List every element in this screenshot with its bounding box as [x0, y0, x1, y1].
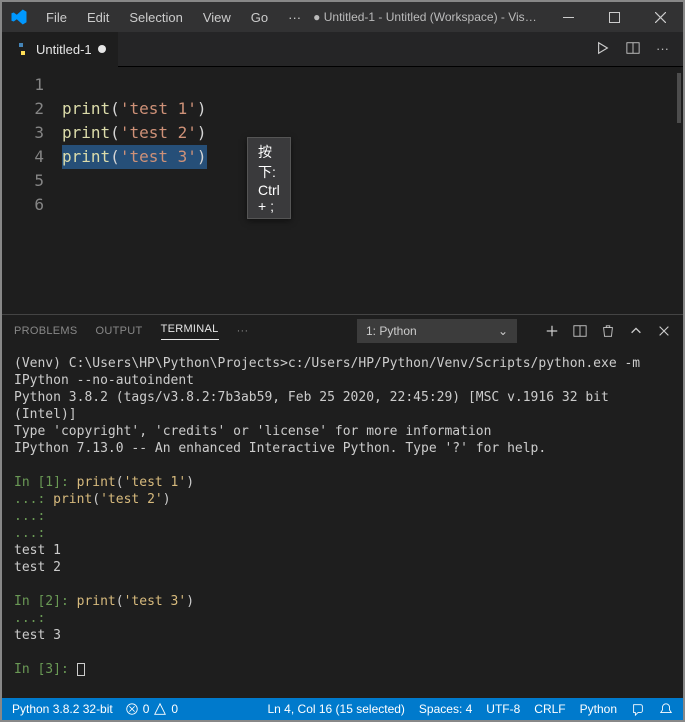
split-terminal-button[interactable] [573, 324, 587, 338]
status-notifications-icon[interactable] [659, 702, 673, 716]
keyboard-shortcut-tooltip: 按下: Ctrl + ; [247, 137, 291, 219]
tab-label: Untitled-1 [36, 42, 92, 57]
menu-file[interactable]: File [38, 10, 75, 25]
status-feedback-icon[interactable] [631, 702, 645, 716]
terminal-select-value: 1: Python [366, 324, 417, 338]
tab-untitled-1[interactable]: Untitled-1 [2, 32, 118, 67]
tab-more-actions-icon[interactable]: ··· [656, 41, 669, 58]
line-number: 1 [2, 73, 62, 97]
warning-icon [153, 702, 167, 716]
status-cursor-position[interactable]: Ln 4, Col 16 (15 selected) [268, 702, 405, 716]
line-number: 3 [2, 121, 62, 145]
line-number-gutter: 1 2 3 4 5 6 [2, 67, 62, 314]
menu-selection[interactable]: Selection [121, 10, 190, 25]
window-minimize-button[interactable] [545, 2, 591, 32]
editor-tabs: Untitled-1 ··· [2, 32, 683, 67]
run-button[interactable] [596, 41, 610, 58]
terminal-select-dropdown[interactable]: 1: Python ⌄ [357, 319, 517, 343]
error-icon [125, 702, 139, 716]
python-file-icon [14, 41, 30, 57]
menu-edit[interactable]: Edit [79, 10, 117, 25]
line-number: 4 [2, 145, 62, 169]
line-number: 6 [2, 193, 62, 217]
menu-more-icon[interactable]: ··· [280, 10, 309, 25]
status-encoding[interactable]: UTF-8 [486, 702, 520, 716]
panel-tab-problems[interactable]: PROBLEMS [14, 325, 78, 337]
editor-scrollbar[interactable] [677, 73, 681, 123]
menu-go[interactable]: Go [243, 10, 276, 25]
code-editor[interactable]: 1 2 3 4 5 6 print('test 1') print('test … [2, 67, 683, 314]
panel-tab-output[interactable]: OUTPUT [96, 325, 143, 337]
close-panel-button[interactable] [657, 324, 671, 338]
menu-view[interactable]: View [195, 10, 239, 25]
split-editor-button[interactable] [626, 41, 640, 58]
kill-terminal-button[interactable] [601, 324, 615, 338]
terminal-output[interactable]: (Venv) C:\Users\HP\Python\Projects>c:/Us… [2, 347, 683, 698]
status-indentation[interactable]: Spaces: 4 [419, 702, 472, 716]
status-problems[interactable]: 0 0 [125, 702, 178, 716]
status-bar: Python 3.8.2 32-bit 0 0 Ln 4, Col 16 (15… [2, 698, 683, 720]
chevron-down-icon: ⌄ [498, 324, 508, 338]
window-title: ● Untitled-1 - Untitled (Workspace) - Vi… [313, 10, 541, 24]
title-bar: File Edit Selection View Go ··· ● Untitl… [2, 2, 683, 32]
status-python-version[interactable]: Python 3.8.2 32-bit [12, 702, 113, 716]
new-terminal-button[interactable] [545, 324, 559, 338]
line-number: 5 [2, 169, 62, 193]
window-maximize-button[interactable] [591, 2, 637, 32]
vscode-logo-icon [10, 8, 28, 26]
code-area[interactable]: print('test 1') print('test 2') print('t… [62, 67, 207, 314]
bottom-panel: PROBLEMS OUTPUT TERMINAL ··· 1: Python ⌄… [2, 314, 683, 698]
panel-tab-terminal[interactable]: TERMINAL [161, 323, 219, 340]
window-close-button[interactable] [637, 2, 683, 32]
line-number: 2 [2, 97, 62, 121]
status-language-mode[interactable]: Python [580, 702, 617, 716]
maximize-panel-button[interactable] [629, 324, 643, 338]
status-eol[interactable]: CRLF [534, 702, 565, 716]
panel-tab-more-icon[interactable]: ··· [237, 325, 249, 337]
tab-dirty-indicator-icon [98, 45, 106, 53]
